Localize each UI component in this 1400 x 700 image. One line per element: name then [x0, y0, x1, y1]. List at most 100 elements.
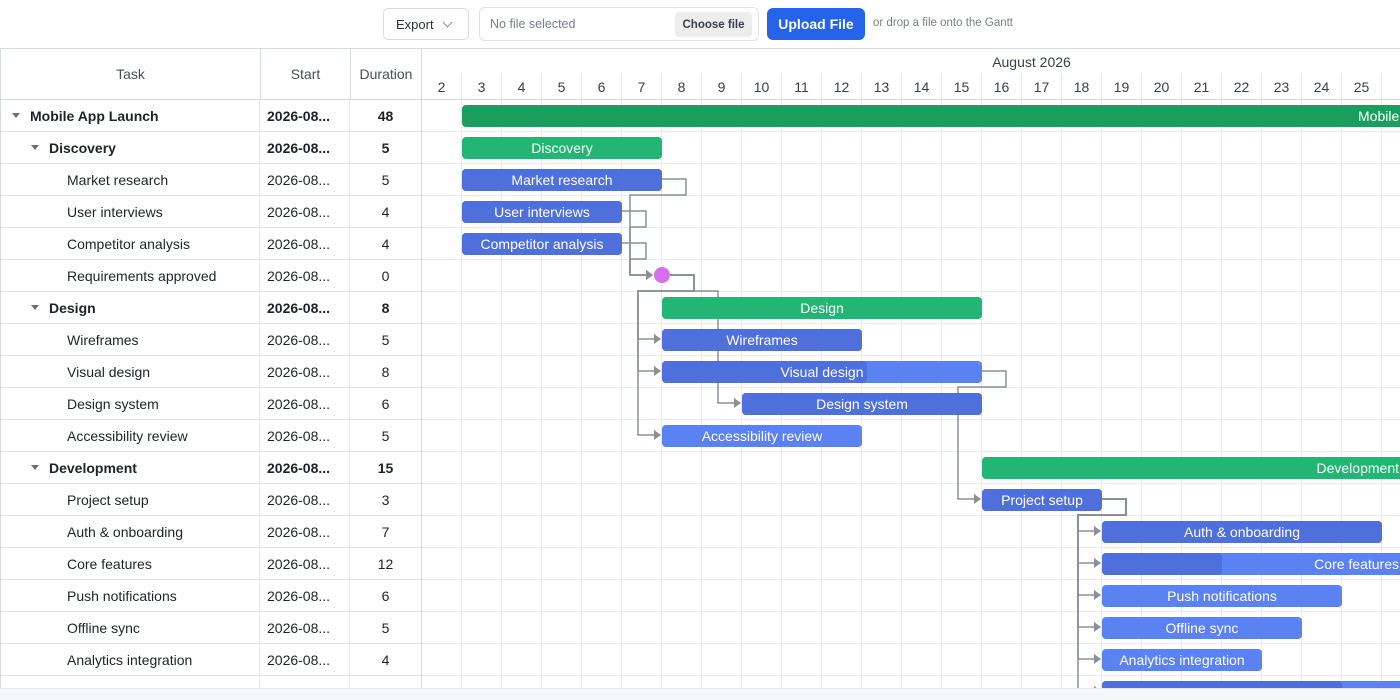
- task-row[interactable]: Wireframes 2026-08... 5: [1, 324, 421, 356]
- task-bar[interactable]: Development: [982, 457, 1400, 479]
- task-row[interactable]: Design system 2026-08... 6: [1, 388, 421, 420]
- task-bar-label: Development: [1317, 460, 1400, 476]
- column-header-start[interactable]: Start: [261, 49, 351, 99]
- gantt-chart: August 2026 2 3 4 5 6 7 8 9 10 11 12 13 14 15 16 17 18 19…: [421, 48, 1400, 688]
- task-name-cell: Accessibility review: [1, 420, 260, 451]
- collapse-toggle-icon[interactable]: [31, 145, 39, 150]
- task-bar[interactable]: Analytics integration: [1102, 649, 1262, 671]
- task-name-cell: Wireframes: [1, 324, 260, 355]
- task-row[interactable]: Auth & onboarding 2026-08... 7: [1, 516, 421, 548]
- task-duration-cell: 4: [381, 651, 390, 668]
- task-bar[interactable]: Market research: [462, 169, 662, 191]
- day-label: 16: [982, 74, 1022, 99]
- task-start-cell: 2026-08...: [260, 260, 350, 291]
- task-row[interactable]: Push notifications 2026-08... 6: [1, 580, 421, 612]
- task-start-cell: 2026-08...: [260, 292, 350, 323]
- day-label: 11: [782, 74, 822, 99]
- file-input[interactable]: No file selected Choose file: [479, 7, 759, 41]
- task-duration-cell: 12: [377, 555, 394, 572]
- collapse-toggle-icon[interactable]: [31, 465, 39, 470]
- link-arrow-icon: [654, 366, 661, 376]
- task-name: Competitor analysis: [67, 235, 190, 252]
- task-row[interactable]: User interviews 2026-08... 4: [1, 196, 421, 228]
- task-bar[interactable]: Core features: [1102, 553, 1400, 575]
- task-name-cell: Design system: [1, 388, 260, 419]
- task-name: Accessibility review: [67, 427, 188, 444]
- task-row[interactable]: Accessibility review 2026-08... 5: [1, 420, 421, 452]
- task-bar[interactable]: Push notifications: [1102, 585, 1342, 607]
- task-row[interactable]: Analytics integration 2026-08... 4: [1, 644, 421, 676]
- task-row[interactable]: Market research 2026-08... 5: [1, 164, 421, 196]
- task-name: Mobile App Launch: [30, 107, 159, 124]
- task-start-cell: 2026-08...: [260, 580, 350, 611]
- task-row[interactable]: Discovery 2026-08... 5: [1, 132, 421, 164]
- task-bar[interactable]: User interviews: [462, 201, 622, 223]
- export-dropdown-button[interactable]: Export: [383, 8, 469, 40]
- upload-file-button[interactable]: Upload File: [767, 8, 865, 40]
- task-bar[interactable]: Auth & onboarding: [1102, 521, 1382, 543]
- task-name: Design system: [67, 395, 159, 412]
- column-header-duration[interactable]: Duration: [351, 49, 421, 99]
- task-bar[interactable]: Design system: [742, 393, 982, 415]
- task-bar[interactable]: Design: [662, 297, 982, 319]
- task-row[interactable]: Mobile App Launch 2026-08... 48: [1, 100, 421, 132]
- task-row[interactable]: Offline sync 2026-08... 5: [1, 612, 421, 644]
- task-name: Auth & onboarding: [67, 523, 183, 540]
- choose-file-button[interactable]: Choose file: [675, 12, 752, 37]
- task-bar-label: Wireframes: [726, 332, 798, 348]
- task-row[interactable]: Design 2026-08... 8: [1, 292, 421, 324]
- link-arrow-icon: [646, 270, 653, 280]
- task-row[interactable]: Development 2026-08... 15: [1, 452, 421, 484]
- task-start-cell: 2026-08...: [260, 420, 350, 451]
- day-label: 15: [942, 74, 982, 99]
- day-label: 3: [462, 74, 502, 99]
- export-label: Export: [396, 16, 434, 32]
- task-bar[interactable]: Wireframes: [662, 329, 862, 351]
- task-row[interactable]: Requirements approved 2026-08... 0: [1, 260, 421, 292]
- task-bar[interactable]: Accessibility review: [662, 425, 862, 447]
- task-bar-label: Market research: [511, 172, 612, 188]
- task-bar[interactable]: Visual design: [662, 361, 982, 383]
- task-duration-cell: 5: [381, 619, 390, 636]
- horizontal-scrollbar[interactable]: [0, 688, 1400, 700]
- task-bar[interactable]: Project setup: [982, 489, 1102, 511]
- task-start-cell: 2026-08...: [260, 324, 350, 355]
- task-name: Development: [49, 459, 137, 476]
- task-bar[interactable]: Discovery: [462, 137, 662, 159]
- task-start-cell: 2026-08...: [260, 100, 350, 131]
- task-bar-label: Design system: [816, 396, 908, 412]
- day-label: 22: [1222, 74, 1262, 99]
- link-arrow-icon: [1094, 590, 1101, 600]
- task-name-cell: User interviews: [1, 196, 260, 227]
- task-name-cell: Development: [1, 452, 260, 483]
- task-grid: Task Start Duration Mobile App Launch 202…: [0, 48, 421, 700]
- milestone-marker[interactable]: [654, 267, 670, 283]
- grid-header: Task Start Duration: [1, 49, 421, 100]
- task-bar-progress: [1102, 681, 1342, 688]
- task-row[interactable]: Competitor analysis 2026-08... 4: [1, 228, 421, 260]
- task-name-cell: Competitor analysis: [1, 228, 260, 259]
- collapse-toggle-icon[interactable]: [12, 113, 20, 118]
- gantt-canvas: Mobile App Launch Discovery Market researc…: [422, 100, 1400, 688]
- task-duration-cell: 4: [381, 235, 390, 252]
- task-start-cell: 2026-08...: [260, 356, 350, 387]
- task-row[interactable]: Visual design 2026-08... 8: [1, 356, 421, 388]
- task-row[interactable]: Core features 2026-08... 12: [1, 548, 421, 580]
- task-bar[interactable]: Offline sync: [1102, 617, 1302, 639]
- task-name-cell: Discovery: [1, 132, 260, 163]
- column-header-task[interactable]: Task: [1, 49, 261, 99]
- link-arrow-icon: [1094, 526, 1101, 536]
- task-bar[interactable]: [1102, 681, 1400, 688]
- task-bar[interactable]: Competitor analysis: [462, 233, 622, 255]
- month-label: August 2026: [992, 53, 1071, 70]
- task-row[interactable]: Project setup 2026-08... 3: [1, 484, 421, 516]
- collapse-toggle-icon[interactable]: [31, 305, 39, 310]
- task-bar-label: Offline sync: [1166, 620, 1239, 636]
- task-name-cell: Mobile App Launch: [1, 100, 260, 131]
- task-name: Market research: [67, 171, 169, 188]
- day-label: 5: [542, 74, 582, 99]
- task-bar[interactable]: Mobile App Launch: [462, 105, 1400, 127]
- day-label: 4: [502, 74, 542, 99]
- task-name: Core features: [67, 555, 152, 572]
- task-bar-label: Competitor analysis: [481, 236, 604, 252]
